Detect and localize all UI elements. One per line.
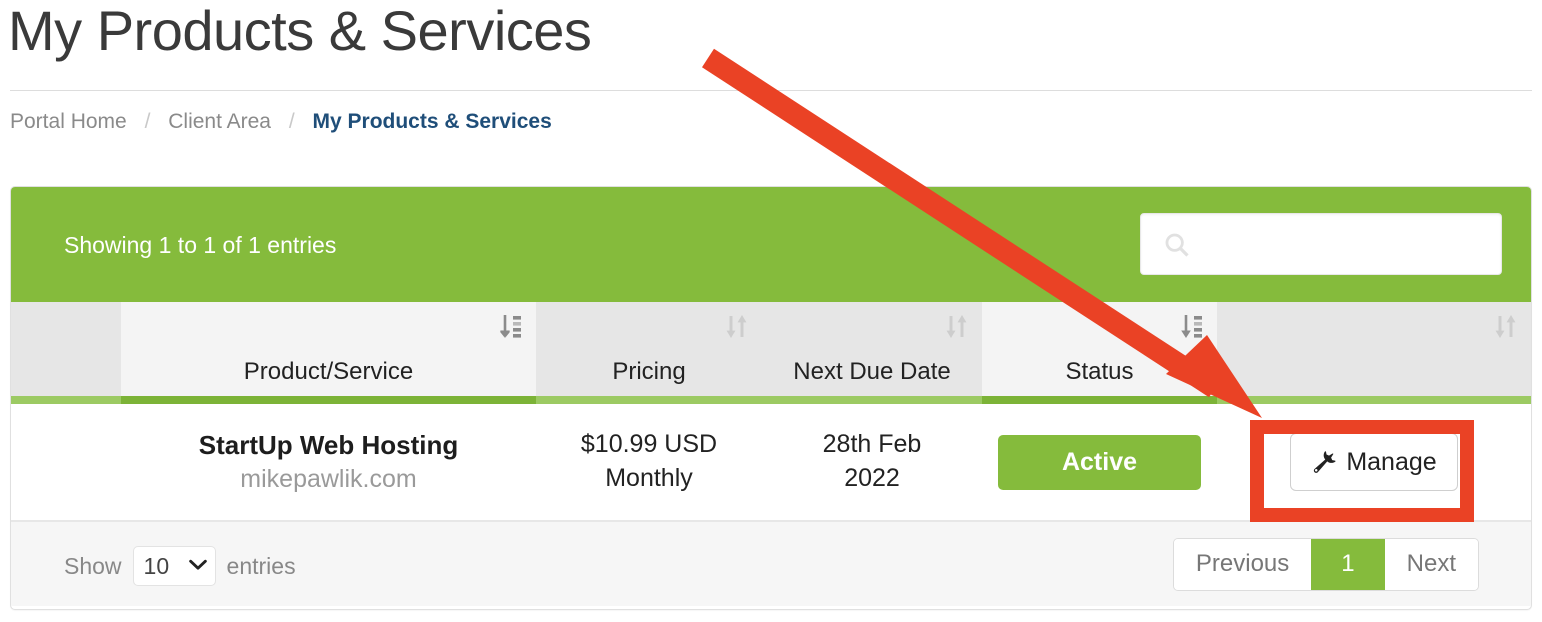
product-domain: mikepawlik.com xyxy=(240,464,417,493)
show-label: Show xyxy=(64,552,122,579)
manage-highlight-box xyxy=(1250,420,1474,522)
product-name: StartUp Web Hosting xyxy=(198,429,459,460)
status-badge: Active xyxy=(998,434,1201,490)
search-icon xyxy=(1165,233,1189,257)
entries-label: entries xyxy=(226,552,296,579)
breadcrumb-item-client-area[interactable]: Client Area xyxy=(168,110,271,133)
pagination-previous-button[interactable]: Previous xyxy=(1173,539,1312,590)
search-box[interactable] xyxy=(1140,213,1502,276)
table-toolbar: Showing 1 to 1 of 1 entries xyxy=(11,187,1531,302)
table-header-pricing[interactable]: Pricing xyxy=(536,302,762,404)
table-header-status[interactable]: Status xyxy=(982,302,1217,404)
row-cell-product-service: StartUp Web Hosting mikepawlik.com xyxy=(121,400,536,521)
table-header-status-label: Status xyxy=(1065,357,1134,385)
due-year: 2022 xyxy=(844,464,900,492)
products-services-panel: Showing 1 to 1 of 1 entries Product/Serv… xyxy=(10,186,1532,610)
row-cell-blank xyxy=(11,400,121,521)
row-cell-status: Active xyxy=(982,400,1217,521)
table-header-actions[interactable] xyxy=(1217,302,1531,404)
pagination: Previous 1 Next xyxy=(1172,538,1479,591)
sort-icon xyxy=(726,315,747,338)
sort-icon xyxy=(1495,315,1516,338)
sort-amount-desc-icon xyxy=(499,315,521,338)
entries-length-select-wrap[interactable]: 102550100 xyxy=(132,546,216,586)
page-title: My Products & Services xyxy=(8,0,592,62)
entries-info-text: Showing 1 to 1 of 1 entries xyxy=(64,232,337,258)
table-footer: Show 102550100 entries Previous 1 Next xyxy=(11,521,1531,606)
breadcrumb-item-my-products-services[interactable]: My Products & Services xyxy=(313,110,552,133)
title-divider xyxy=(10,90,1532,91)
breadcrumb: Portal Home / Client Area / My Products … xyxy=(10,107,552,137)
table-header-blank[interactable] xyxy=(11,302,121,404)
row-cell-pricing: $10.99 USD Monthly xyxy=(536,400,762,521)
entries-length-select[interactable]: 102550100 xyxy=(132,546,216,586)
pagination-next-button[interactable]: Next xyxy=(1384,539,1478,590)
price-cycle: Monthly xyxy=(605,464,693,492)
table-header-next-due-date-label: Next Due Date xyxy=(793,357,951,385)
table-header-pricing-label: Pricing xyxy=(612,357,686,385)
table-header-product-service-label: Product/Service xyxy=(243,357,414,385)
sort-icon xyxy=(946,315,967,338)
due-day: 28th Feb xyxy=(822,430,922,459)
sort-amount-desc-icon xyxy=(1181,315,1202,338)
table-header-actions-label xyxy=(1217,386,1531,396)
breadcrumb-separator: / xyxy=(144,110,151,133)
breadcrumb-separator: / xyxy=(288,110,295,133)
table-header-next-due-date[interactable]: Next Due Date xyxy=(762,302,982,404)
table-header-row: Product/Service Pricing Next Due Date St… xyxy=(11,302,1531,404)
length-control: Show 102550100 entries xyxy=(64,546,296,586)
table-header: Product/Service Pricing Next Due Date St… xyxy=(11,302,1531,404)
pagination-page-1-button[interactable]: 1 xyxy=(1311,539,1385,590)
price-amount: $10.99 USD xyxy=(580,430,718,459)
table-header-product-service[interactable]: Product/Service xyxy=(121,302,536,404)
row-cell-next-due-date: 28th Feb 2022 xyxy=(762,400,982,521)
search-input[interactable] xyxy=(1199,214,1493,276)
table-header-blank-label xyxy=(11,386,121,396)
breadcrumb-item-portal-home[interactable]: Portal Home xyxy=(10,110,127,133)
